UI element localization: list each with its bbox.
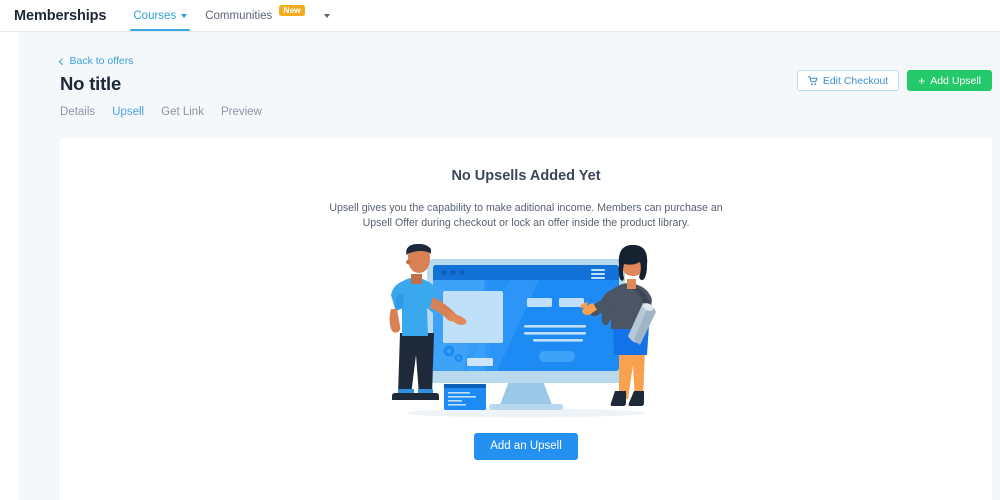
top-navigation-bar: Memberships Courses Communities New (0, 0, 1000, 32)
tab-upsell[interactable]: Upsell (112, 106, 144, 118)
back-to-offers-link[interactable]: Back to offers (59, 54, 134, 67)
empty-state-cta-wrap: Add an Upsell (60, 432, 992, 460)
edit-checkout-label: Edit Checkout (822, 74, 889, 87)
chevron-down-icon (323, 14, 330, 18)
chevron-down-icon (181, 14, 188, 18)
nav-item-courses[interactable]: Courses (124, 0, 196, 31)
header-actions: Edit Checkout + Add Upsell (796, 70, 992, 91)
content-card: No Upsells Added Yet Upsell gives you th… (60, 138, 992, 500)
nav-overflow-button[interactable] (314, 0, 340, 31)
empty-state-description: Upsell gives you the capability to make … (329, 202, 723, 230)
empty-state-title: No Upsells Added Yet (451, 168, 601, 184)
add-upsell-label: Add Upsell (930, 74, 981, 87)
new-badge: New (279, 4, 305, 17)
nav-item-communities-label: Communities (205, 9, 273, 22)
app-root: Memberships Courses Communities New Back… (0, 0, 1000, 500)
edit-checkout-button[interactable]: Edit Checkout (796, 70, 900, 91)
brand-title: Memberships (14, 7, 107, 24)
add-upsell-button[interactable]: + Add Upsell (907, 70, 992, 91)
tab-preview[interactable]: Preview (221, 106, 262, 118)
sub-tab-bar: Details Upsell Get Link Preview (60, 106, 980, 118)
shopping-cart-icon (807, 75, 818, 85)
left-rail (0, 32, 19, 500)
tab-details[interactable]: Details (60, 106, 95, 118)
plus-icon: + (918, 73, 926, 88)
empty-state-illustration (60, 241, 992, 421)
nav-item-courses-label: Courses (133, 9, 177, 22)
people-at-monitor-illustration (389, 243, 656, 418)
page-body: Back to offers No title Details Upsell G… (19, 32, 1000, 500)
add-an-upsell-button[interactable]: Add an Upsell (474, 432, 578, 460)
back-to-offers-label: Back to offers (69, 54, 134, 67)
nav-item-communities[interactable]: Communities New (196, 0, 314, 31)
tab-get-link[interactable]: Get Link (161, 106, 204, 118)
chevron-left-icon (59, 57, 66, 64)
